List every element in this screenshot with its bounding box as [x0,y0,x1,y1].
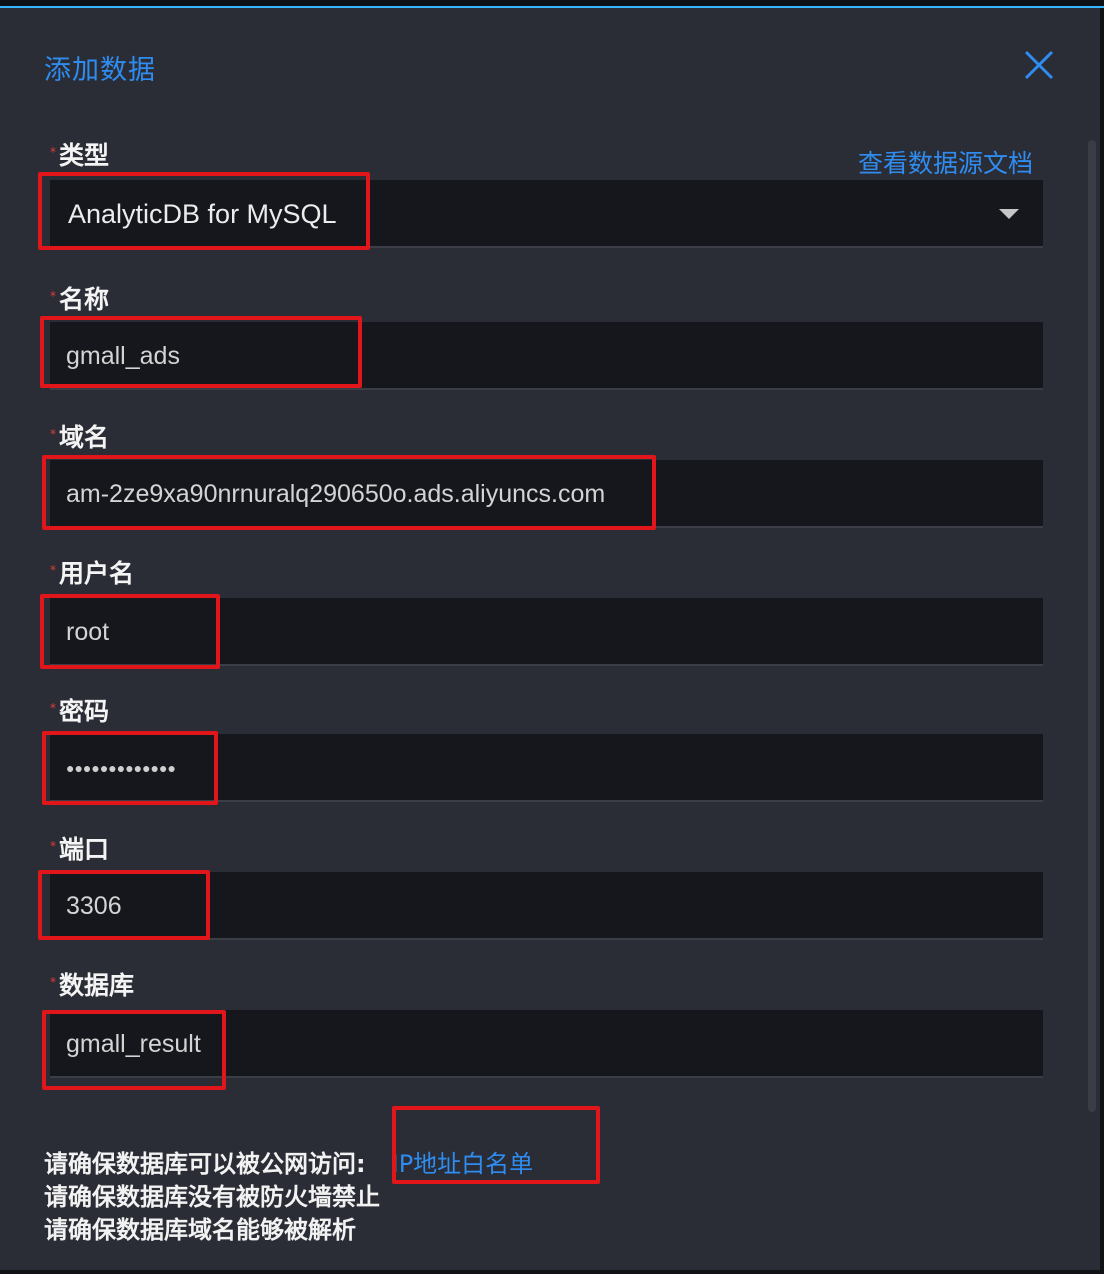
username-label: * 用户名 [50,554,134,590]
database-label-text: 数据库 [59,971,135,1000]
note-line-1: 请确保数据库可以被公网访问: IP地址白名单 [44,1148,533,1181]
required-mark: * [50,975,56,989]
note-line-3: 请确保数据库域名能够被解析 [44,1216,356,1244]
password-input[interactable]: ●●●●●●●●●●●●● [50,734,1043,802]
type-label: * 类型 [50,136,109,172]
type-select[interactable]: AnalyticDB for MySQL [50,180,1043,248]
required-mark: * [50,563,56,577]
domain-label: * 域名 [50,418,109,454]
close-icon[interactable] [1022,48,1056,82]
database-label: * 数据库 [50,966,134,1002]
scrollbar[interactable] [1088,140,1096,1112]
password-input-value: ●●●●●●●●●●●●● [66,760,176,776]
domain-input-value: am-2ze9xa90nrnuralq290650o.ads.aliyuncs.… [66,480,606,508]
database-input[interactable]: gmall_result [50,1010,1043,1078]
domain-input[interactable]: am-2ze9xa90nrnuralq290650o.ads.aliyuncs.… [50,460,1043,528]
caret-down-icon [999,209,1019,219]
required-mark: * [50,427,56,441]
connection-notes: 请确保数据库可以被公网访问: IP地址白名单 请确保数据库没有被防火墙禁止 请确保… [44,1148,533,1247]
port-input[interactable]: 3306 [50,872,1043,940]
username-input[interactable]: root [50,598,1043,666]
port-label-text: 端口 [59,835,110,864]
password-label-text: 密码 [59,697,110,726]
dialog-title: 添加数据 [44,55,156,86]
ip-whitelist-link[interactable]: IP地址白名单 [392,1150,534,1178]
name-label: * 名称 [50,280,109,316]
username-label-text: 用户名 [59,559,135,588]
note-line-1-text: 请确保数据库可以被公网访问: [44,1150,366,1178]
note-line-2: 请确保数据库没有被防火墙禁止 [44,1183,380,1211]
port-label: * 端口 [50,830,109,866]
view-datasource-docs-link[interactable]: 查看数据源文档 [858,144,1033,180]
name-input[interactable]: gmall_ads [50,322,1043,390]
username-input-value: root [66,618,110,646]
type-label-text: 类型 [59,141,110,170]
domain-label-text: 域名 [59,423,110,452]
database-input-value: gmall_result [66,1030,201,1058]
required-mark: * [50,839,56,853]
required-mark: * [50,289,56,303]
password-label: * 密码 [50,692,109,728]
type-select-value: AnalyticDB for MySQL [68,199,337,229]
name-label-text: 名称 [59,285,110,314]
required-mark: * [50,701,56,715]
port-input-value: 3306 [66,892,122,920]
add-data-dialog: 添加数据 * 类型 查看数据源文档 AnalyticDB for MySQL * 名… [0,8,1100,1270]
required-mark: * [50,145,56,159]
name-input-value: gmall_ads [66,342,180,370]
